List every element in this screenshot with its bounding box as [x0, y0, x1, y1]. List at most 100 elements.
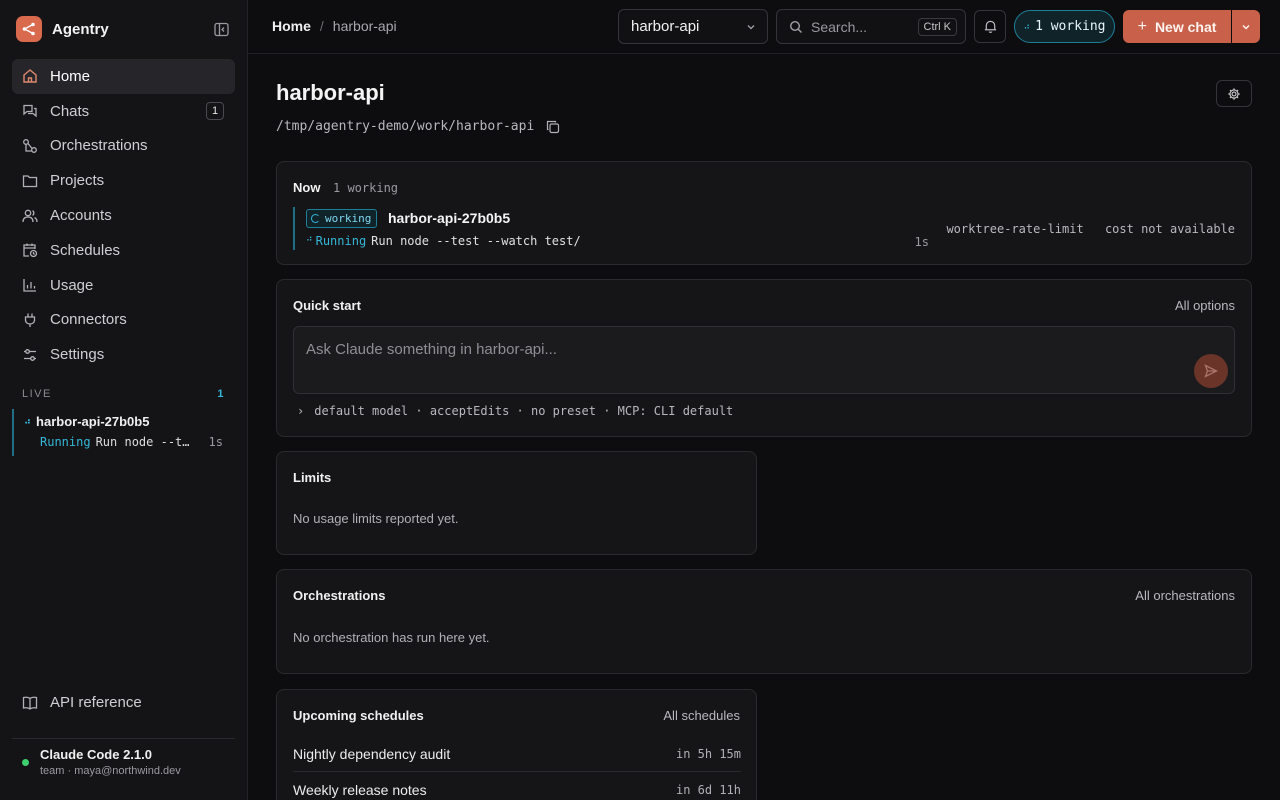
sidebar-divider [12, 738, 235, 739]
top-bar: Home / harbor-api harbor-api Search... C… [248, 0, 1280, 54]
limits-title: Limits [293, 470, 332, 485]
schedule-time: in 6d 11h [675, 783, 741, 797]
chevron-right-icon: › [297, 404, 305, 418]
sidebar-item-accounts[interactable]: Accounts [12, 198, 235, 233]
sliders-icon [22, 347, 38, 363]
copy-icon[interactable] [546, 120, 560, 134]
new-chat-button[interactable]: + New chat [1123, 10, 1231, 43]
all-schedules-link[interactable]: All schedules [663, 708, 740, 723]
notifications-button[interactable] [974, 10, 1006, 43]
sidebar-item-label: Chats [50, 102, 90, 120]
live-count: 1 [217, 388, 225, 400]
sidebar-item-label: Connectors [50, 311, 127, 329]
collapse-sidebar-icon[interactable] [212, 20, 230, 38]
all-options-link[interactable]: All options [1175, 298, 1235, 313]
orchestrations-empty-text: No orchestration has run here yet. [293, 630, 490, 645]
quick-start-options: default model · acceptEdits · no preset … [314, 404, 734, 418]
new-chat-options-button[interactable] [1232, 10, 1260, 43]
project-path: /tmp/agentry-demo/work/harbor-api [276, 119, 560, 134]
now-count: 1 working [333, 181, 399, 195]
session-elapsed: 1s [914, 235, 929, 249]
orchestration-icon [22, 138, 38, 154]
schedules-title: Upcoming schedules [293, 708, 424, 723]
search-placeholder: Search... [811, 18, 868, 35]
now-title: Now [293, 180, 321, 195]
active-session-row[interactable]: working harbor-api-27b0b5 ⠴ Running Run … [293, 207, 929, 250]
api-reference-label: API reference [50, 694, 142, 711]
user-account[interactable]: Claude Code 2.1.0 team · maya@northwind.… [22, 747, 181, 777]
chats-count-badge: 1 [206, 101, 224, 120]
api-reference-link[interactable]: API reference [22, 694, 142, 711]
live-session-elapsed: 1s [208, 435, 223, 449]
schedule-row[interactable]: Nightly dependency audit in 5h 15m [293, 736, 741, 772]
activity-dots-icon: ⠴ [306, 234, 313, 244]
breadcrumb-current: harbor-api [332, 18, 397, 34]
working-badge: working [306, 209, 378, 228]
project-path-text: /tmp/agentry-demo/work/harbor-api [276, 119, 535, 134]
session-meta: worktree-rate-limit cost not available [946, 222, 1235, 236]
session-name: harbor-api-27b0b5 [388, 210, 511, 226]
live-session-status: Running [40, 435, 91, 449]
spinner-icon [311, 214, 320, 223]
sidebar-item-usage[interactable]: Usage [12, 268, 235, 303]
sidebar-item-label: Accounts [50, 207, 112, 225]
calendar-clock-icon [22, 242, 38, 258]
breadcrumb: Home / harbor-api [272, 18, 397, 34]
live-heading: LIVE [22, 388, 52, 400]
chevron-down-icon [745, 20, 757, 37]
users-icon [22, 208, 38, 224]
activity-dots-icon: ⠴ [24, 416, 31, 426]
sidebar-item-connectors[interactable]: Connectors [12, 303, 235, 338]
sidebar-item-label: Schedules [50, 241, 121, 259]
live-session-title: harbor-api-27b0b5 [36, 414, 150, 429]
sidebar-item-home[interactable]: Home [12, 59, 235, 94]
breadcrumb-separator: / [319, 18, 324, 34]
account-email: team · maya@northwind.dev [40, 765, 181, 777]
plug-icon [22, 312, 38, 328]
sidebar-item-schedules[interactable]: Schedules [12, 233, 235, 268]
app-name: Agentry [52, 20, 109, 38]
limits-card: Limits No usage limits reported yet. [276, 451, 757, 555]
quick-start-card: Quick start All options Ask Claude somet… [276, 279, 1252, 437]
quick-start-options-toggle[interactable]: › default model · acceptEdits · no prese… [297, 404, 733, 418]
new-chat-label: New chat [1154, 18, 1217, 35]
bar-chart-icon [22, 277, 38, 293]
all-orchestrations-link[interactable]: All orchestrations [1135, 588, 1235, 603]
project-select[interactable]: harbor-api [618, 9, 768, 44]
sidebar-item-orchestrations[interactable]: Orchestrations [12, 129, 235, 164]
schedule-row[interactable]: Weekly release notes in 6d 11h [293, 772, 741, 800]
working-badge-label: working [325, 212, 372, 225]
sidebar-item-projects[interactable]: Projects [12, 163, 235, 198]
brand[interactable]: Agentry [16, 15, 109, 43]
live-section-header: LIVE 1 [22, 388, 225, 400]
sidebar-nav: Home Chats 1 Orchestrations Projects Acc… [12, 59, 235, 372]
breadcrumb-home[interactable]: Home [272, 18, 311, 34]
prompt-input[interactable]: Ask Claude something in harbor-api... [293, 326, 1235, 394]
search-input[interactable]: Search... Ctrl K [776, 9, 966, 44]
orchestrations-title: Orchestrations [293, 588, 386, 603]
activity-dots-icon: ⠴ [1023, 21, 1030, 32]
prompt-placeholder: Ask Claude something in harbor-api... [306, 341, 557, 358]
working-status-pill[interactable]: ⠴ 1 working [1014, 10, 1115, 43]
client-version: Claude Code 2.1.0 [40, 747, 152, 762]
session-cost: cost not available [1104, 222, 1235, 236]
book-icon [22, 695, 38, 711]
live-session-item[interactable]: ⠴ harbor-api-27b0b5 Running Run node --t… [12, 409, 235, 456]
working-status-label: 1 working [1035, 19, 1106, 34]
gear-icon [1227, 87, 1241, 101]
project-settings-button[interactable] [1216, 80, 1252, 107]
send-button[interactable] [1194, 354, 1228, 388]
online-status-dot [22, 759, 29, 766]
limits-empty-text: No usage limits reported yet. [293, 511, 459, 526]
send-icon [1204, 364, 1218, 378]
plus-icon: + [1137, 17, 1147, 35]
folder-icon [22, 173, 38, 189]
quick-start-title: Quick start [293, 298, 361, 313]
search-shortcut: Ctrl K [917, 18, 957, 36]
search-icon [789, 20, 803, 34]
sidebar-item-label: Settings [50, 346, 105, 364]
project-select-value: harbor-api [631, 18, 700, 35]
bell-icon [983, 19, 998, 34]
sidebar-item-chats[interactable]: Chats 1 [12, 94, 235, 129]
sidebar-item-settings[interactable]: Settings [12, 337, 235, 372]
